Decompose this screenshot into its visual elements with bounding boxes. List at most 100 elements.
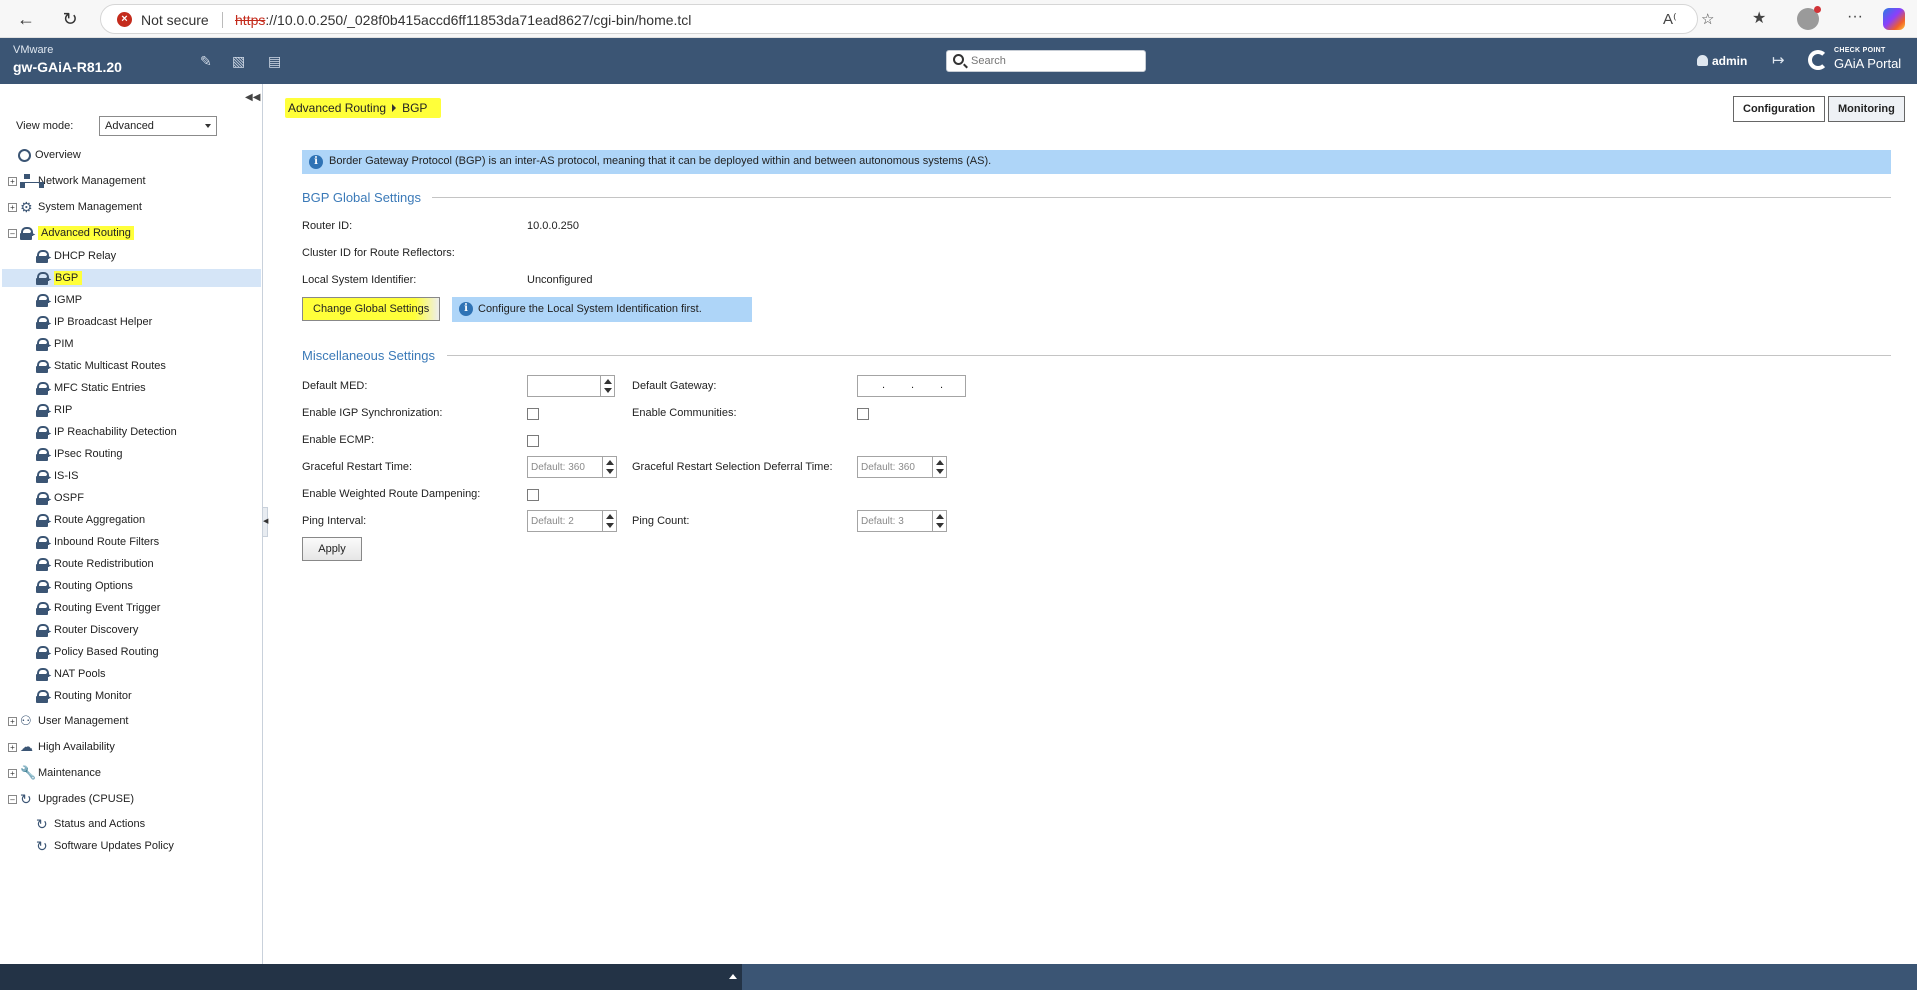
collapse-icon[interactable]: – bbox=[8, 228, 17, 238]
search-box[interactable] bbox=[946, 50, 1146, 72]
expand-icon[interactable]: + bbox=[8, 202, 17, 212]
tab-configuration[interactable]: Configuration bbox=[1733, 96, 1826, 122]
routing-lock-icon: ➤ bbox=[36, 535, 52, 549]
expand-status-icon[interactable] bbox=[729, 974, 737, 979]
dampening-checkbox[interactable] bbox=[527, 489, 539, 501]
address-bar[interactable]: × Not secure https://10.0.0.250/_028f0b4… bbox=[100, 4, 1714, 34]
spinner-icon[interactable] bbox=[932, 511, 946, 531]
sidebar-item-high-availability[interactable]: + ☁ High Availability bbox=[8, 738, 115, 756]
sidebar-item-routing-options[interactable]: ➤ Routing Options bbox=[36, 577, 133, 595]
sidebar-item-dhcp-relay[interactable]: ➤ DHCP Relay bbox=[36, 247, 116, 265]
favorites-icon[interactable]: ★ bbox=[1752, 8, 1766, 28]
spinner-icon[interactable] bbox=[602, 511, 616, 531]
breadcrumb-advanced-routing[interactable]: Advanced Routing bbox=[288, 101, 386, 115]
igp-sync-checkbox[interactable] bbox=[527, 408, 539, 420]
ping-interval-input[interactable] bbox=[531, 514, 599, 528]
graceful-restart-field[interactable] bbox=[527, 456, 617, 478]
favorite-star-icon[interactable]: ☆ bbox=[1701, 10, 1714, 28]
ecmp-checkbox[interactable] bbox=[527, 435, 539, 447]
sidebar-item-upgrades-cpuse[interactable]: – ↻ Upgrades (CPUSE) bbox=[8, 790, 134, 808]
search-input[interactable] bbox=[971, 53, 1141, 69]
ping-count-input[interactable] bbox=[861, 514, 929, 528]
deferral-field[interactable] bbox=[857, 456, 947, 478]
spinner-icon[interactable] bbox=[600, 376, 614, 396]
routing-lock-icon: ➤ bbox=[36, 623, 52, 637]
sidebar-item-advanced-routing[interactable]: – ➤ Advanced Routing bbox=[8, 224, 134, 242]
sidebar-item-pim[interactable]: ➤ PIM bbox=[36, 335, 74, 353]
read-aloud-icon[interactable]: A⁽ bbox=[1663, 10, 1677, 28]
refresh-icon: ↻ bbox=[36, 838, 48, 854]
chevron-down-icon bbox=[205, 124, 211, 128]
routing-lock-icon: ➤ bbox=[36, 491, 52, 505]
sidebar-item-user-management[interactable]: + ⚇ User Management bbox=[8, 712, 129, 730]
sidebar-item-network-management[interactable]: + Network Management bbox=[8, 172, 146, 190]
sidebar-item-bgp[interactable]: ➤ BGP bbox=[2, 269, 261, 287]
default-gateway-label: Default Gateway: bbox=[632, 380, 717, 392]
sidebar-item-status-and-actions[interactable]: ↻ Status and Actions bbox=[36, 815, 145, 833]
communities-label: Enable Communities: bbox=[632, 407, 737, 419]
expand-icon[interactable]: + bbox=[8, 768, 17, 778]
sidebar-item-route-aggregation[interactable]: ➤ Route Aggregation bbox=[36, 511, 145, 529]
sidebar-item-static-multicast-routes[interactable]: ➤ Static Multicast Routes bbox=[36, 357, 166, 375]
deferral-input[interactable] bbox=[861, 460, 929, 474]
communities-checkbox[interactable] bbox=[857, 408, 869, 420]
view-mode-select[interactable]: Advanced bbox=[99, 116, 217, 136]
sidebar-item-routing-monitor[interactable]: ➤ Routing Monitor bbox=[36, 687, 132, 705]
expand-icon[interactable]: + bbox=[8, 742, 17, 752]
sidebar-item-software-updates-policy[interactable]: ↻ Software Updates Policy bbox=[36, 837, 174, 855]
sidebar: ◀◀ View mode: Advanced Overview + Network… bbox=[0, 84, 263, 964]
sidebar-item-ip-reachability-detection[interactable]: ➤ IP Reachability Detection bbox=[36, 423, 177, 441]
sidebar-item-overview[interactable]: Overview bbox=[18, 146, 81, 164]
sidebar-item-mfc-static-entries[interactable]: ➤ MFC Static Entries bbox=[36, 379, 146, 397]
profile-avatar[interactable] bbox=[1797, 6, 1821, 30]
search-icon bbox=[953, 54, 964, 65]
default-med-input[interactable] bbox=[531, 379, 597, 393]
apply-button[interactable]: Apply bbox=[302, 537, 362, 561]
sidebar-item-inbound-route-filters[interactable]: ➤ Inbound Route Filters bbox=[36, 533, 159, 551]
routing-lock-icon: ➤ bbox=[36, 645, 52, 659]
sidebar-item-ipsec-routing[interactable]: ➤ IPsec Routing bbox=[36, 445, 122, 463]
hostname: gw-GAiA-R81.20 bbox=[13, 59, 122, 75]
security-label: Not secure bbox=[141, 12, 209, 28]
sidebar-item-nat-pools[interactable]: ➤ NAT Pools bbox=[36, 665, 106, 683]
expand-icon[interactable]: + bbox=[8, 716, 17, 726]
sidebar-item-router-discovery[interactable]: ➤ Router Discovery bbox=[36, 621, 138, 639]
change-global-settings-button[interactable]: Change Global Settings bbox=[302, 297, 441, 321]
breadcrumb-separator-icon bbox=[392, 104, 397, 112]
pencil-icon[interactable]: ✎ bbox=[200, 53, 212, 70]
url-text[interactable]: https://10.0.0.250/_028f0b415accd6ff1185… bbox=[235, 12, 691, 28]
default-med-field[interactable] bbox=[527, 375, 615, 397]
copilot-icon[interactable] bbox=[1883, 8, 1905, 30]
refresh-icon[interactable]: ↻ bbox=[58, 7, 82, 31]
ping-interval-field[interactable] bbox=[527, 510, 617, 532]
sidebar-item-igmp[interactable]: ➤ IGMP bbox=[36, 291, 82, 309]
user-menu[interactable]: admin bbox=[1697, 54, 1747, 68]
sidebar-item-system-management[interactable]: + ⚙ System Management bbox=[8, 198, 142, 216]
spinner-icon[interactable] bbox=[932, 457, 946, 477]
sidebar-item-route-redistribution[interactable]: ➤ Route Redistribution bbox=[36, 555, 154, 573]
sidebar-item-rip[interactable]: ➤ RIP bbox=[36, 401, 72, 419]
collapse-sidebar-icon[interactable]: ◀◀ bbox=[245, 92, 260, 103]
logout-icon[interactable]: ↦ bbox=[1772, 51, 1785, 69]
back-icon[interactable]: ← bbox=[14, 7, 38, 31]
main-content: Advanced Routing BGP Configuration Monito… bbox=[264, 84, 1917, 964]
sidebar-item-maintenance[interactable]: + 🔧 Maintenance bbox=[8, 764, 101, 782]
sidebar-item-is-is[interactable]: ➤ IS-IS bbox=[36, 467, 78, 485]
dampening-label: Enable Weighted Route Dampening: bbox=[302, 488, 481, 500]
sidebar-item-policy-based-routing[interactable]: ➤ Policy Based Routing bbox=[36, 643, 159, 661]
sidebar-item-ospf[interactable]: ➤ OSPF bbox=[36, 489, 84, 507]
document-icon[interactable]: ▤ bbox=[268, 53, 281, 70]
sidebar-item-routing-event-trigger[interactable]: ➤ Routing Event Trigger bbox=[36, 599, 160, 617]
tab-monitoring[interactable]: Monitoring bbox=[1828, 96, 1905, 122]
default-gateway-ip-field[interactable]: ... bbox=[857, 375, 966, 397]
expand-icon[interactable]: + bbox=[8, 176, 17, 186]
more-menu-icon[interactable]: ··· bbox=[1847, 8, 1863, 26]
spinner-icon[interactable] bbox=[602, 457, 616, 477]
ping-count-field[interactable] bbox=[857, 510, 947, 532]
divider bbox=[222, 12, 223, 28]
collapse-icon[interactable]: – bbox=[8, 794, 17, 804]
sidebar-item-ip-broadcast-helper[interactable]: ➤ IP Broadcast Helper bbox=[36, 313, 152, 331]
terminal-icon[interactable]: ▧ bbox=[232, 53, 245, 70]
graceful-restart-label: Graceful Restart Time: bbox=[302, 461, 413, 473]
graceful-restart-input[interactable] bbox=[531, 460, 599, 474]
